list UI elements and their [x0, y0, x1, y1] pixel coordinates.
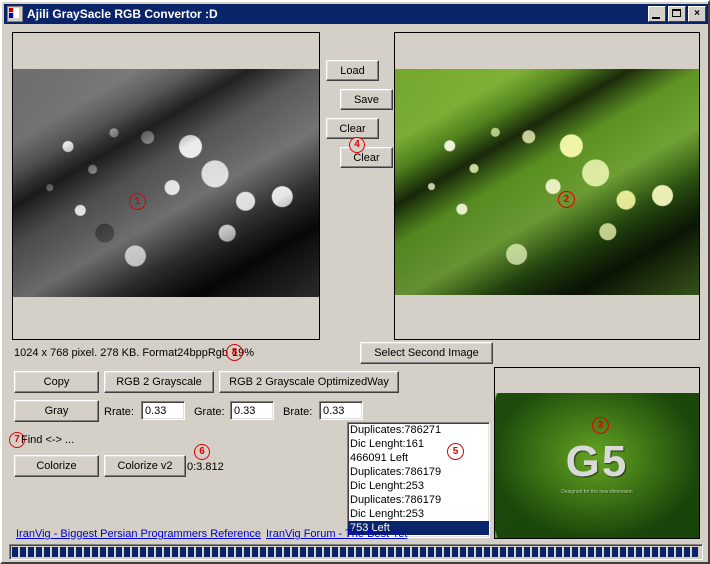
log-list: Duplicates:786271 Dic Lenght:161 466091 Le… — [348, 423, 489, 535]
annotation-marker-6: 6 — [194, 444, 210, 460]
copy-button[interactable]: Copy — [14, 371, 99, 393]
save-button[interactable]: Save — [340, 89, 393, 110]
green-leaves-preview — [395, 69, 699, 295]
source-image-box[interactable]: 1 — [12, 32, 320, 340]
log-list-item[interactable]: Dic Lenght:253 — [348, 507, 489, 521]
annotation-marker-3: 3 — [592, 417, 609, 434]
annotation-marker-1: 1 — [129, 193, 146, 210]
application-window: Ajili GraySacle RGB Convertor :D × 1 2 L… — [0, 0, 710, 564]
annotation-marker-5: 5 — [447, 443, 464, 460]
client-area: 1 2 Load Save Clear Clear 4 1024 x 768 p… — [4, 26, 708, 562]
close-icon: × — [694, 8, 700, 19]
second-image-box[interactable]: G5 Designed for the new dimension 3 — [494, 367, 700, 539]
elapsed-time-label: 0:3.812 — [187, 461, 224, 473]
progress-bar — [9, 544, 703, 560]
rrate-label: Rrate: — [104, 406, 134, 418]
rgb-2-grayscale-button[interactable]: RGB 2 Grayscale — [104, 371, 214, 393]
g5-tagline-text: Designed for the new dimension — [561, 489, 633, 495]
log-list-item[interactable]: 466091 Left — [348, 451, 489, 465]
close-button[interactable]: × — [688, 6, 706, 22]
annotation-marker-8: 8 — [226, 344, 243, 361]
brate-label: Brate: — [283, 406, 313, 418]
iranvig-site-link[interactable]: IranVig - Biggest Persian Programmers Re… — [16, 528, 261, 540]
grayscale-leaves-preview — [13, 69, 319, 297]
clear-button-2[interactable]: Clear — [340, 147, 393, 168]
window-controls: × — [648, 6, 706, 22]
load-button[interactable]: Load — [326, 60, 379, 81]
log-list-item[interactable]: Dic Lenght:253 — [348, 479, 489, 493]
iranvig-forum-link[interactable]: IranVig Forum - The Best Yet — [266, 528, 407, 540]
rrate-input[interactable]: 0.33 — [141, 401, 185, 420]
minimize-button[interactable] — [648, 6, 666, 22]
brate-input[interactable]: 0.33 — [319, 401, 363, 420]
colorize-v2-button[interactable]: Colorize v2 — [104, 455, 186, 477]
annotation-marker-4: 4 — [349, 137, 365, 153]
select-second-image-button[interactable]: Select Second Image — [360, 342, 493, 364]
g5-logo-text: G5 — [565, 437, 629, 486]
log-list-item[interactable]: Duplicates:786271 — [348, 423, 489, 437]
rgb-2-grayscale-optimized-button[interactable]: RGB 2 Grayscale OptimizedWay — [219, 371, 399, 393]
title-bar[interactable]: Ajili GraySacle RGB Convertor :D × — [4, 4, 708, 24]
clear-button-1[interactable]: Clear — [326, 118, 379, 139]
log-list-item[interactable]: Duplicates:786179 — [348, 493, 489, 507]
app-icon — [7, 6, 23, 22]
log-listbox[interactable]: Duplicates:786271 Dic Lenght:161 466091 Le… — [347, 422, 490, 538]
grate-input[interactable]: 0.33 — [230, 401, 274, 420]
image-info-label: 1024 x 768 pixel. 278 KB. Format24bppRgb — [14, 347, 229, 359]
g5-leaf-preview: G5 Designed for the new dimension — [495, 393, 699, 538]
gray-button[interactable]: Gray — [14, 400, 99, 422]
window-title: Ajili GraySacle RGB Convertor :D — [27, 7, 218, 21]
annotation-marker-2: 2 — [558, 191, 575, 208]
log-list-item[interactable]: Duplicates:786179 — [348, 465, 489, 479]
maximize-button[interactable] — [668, 6, 686, 22]
result-image-box[interactable]: 2 — [394, 32, 700, 340]
find-label: Find <-> ... — [21, 434, 75, 446]
colorize-button[interactable]: Colorize — [14, 455, 99, 477]
grate-label: Grate: — [194, 406, 225, 418]
progress-bar-fill — [12, 547, 700, 557]
log-list-item[interactable]: Dic Lenght:161 — [348, 437, 489, 451]
